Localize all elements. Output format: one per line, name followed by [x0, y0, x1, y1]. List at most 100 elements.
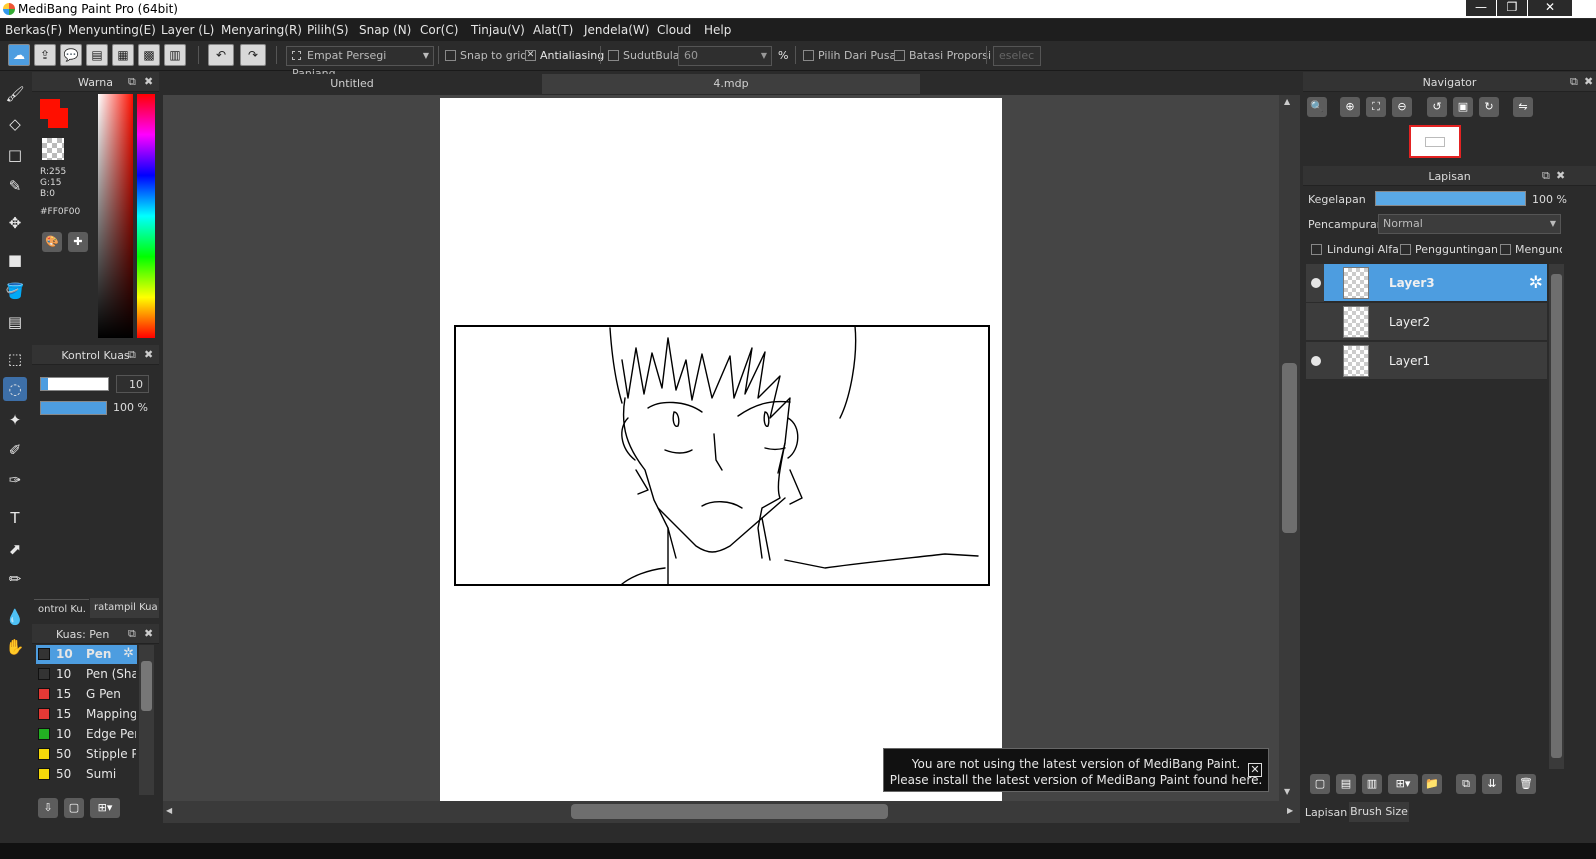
deselect-button[interactable]: eselec: [993, 46, 1041, 66]
cloud-icon[interactable]: ☁: [8, 44, 30, 66]
secondary-color-swatch[interactable]: [48, 108, 68, 128]
scroll-thumb[interactable]: [141, 661, 152, 711]
menu-help[interactable]: Help: [704, 23, 731, 37]
batasi-proporsi-checkbox[interactable]: [894, 50, 905, 61]
brush-list-scrollbar[interactable]: [139, 645, 154, 795]
blur-brush-icon[interactable]: ✎: [3, 174, 27, 198]
brush-item[interactable]: 15 Mapping I: [36, 705, 137, 724]
visibility-icon[interactable]: [1311, 278, 1321, 288]
protect-alpha-checkbox[interactable]: [1311, 244, 1322, 255]
text-tool-icon[interactable]: T: [3, 506, 27, 530]
dot-tool-icon[interactable]: □: [3, 143, 27, 167]
menu-jendela[interactable]: Jendela(W): [584, 23, 649, 37]
new-layer-icon[interactable]: ▢: [1310, 774, 1330, 794]
new-halftone-layer-icon[interactable]: ▤: [1336, 774, 1356, 794]
close-icon[interactable]: ✕: [1248, 763, 1262, 777]
menu-layer[interactable]: Layer (L): [161, 23, 214, 37]
new-brush-icon[interactable]: ▢: [64, 798, 84, 818]
scroll-thumb[interactable]: [1551, 274, 1562, 758]
menu-berkas[interactable]: Berkas(F): [5, 23, 62, 37]
folder-icon[interactable]: 📁: [1422, 774, 1442, 794]
redo-icon[interactable]: ↷: [240, 44, 266, 66]
canvas-paper[interactable]: [440, 98, 1002, 801]
layer-row-layer3[interactable]: Layer3 ✲: [1306, 264, 1547, 302]
snap-to-grid-checkbox[interactable]: [445, 50, 456, 61]
reset-view-icon[interactable]: ▣: [1453, 97, 1473, 117]
zoom-in-icon[interactable]: ⊕: [1340, 97, 1360, 117]
scroll-up-arrow[interactable]: ▲: [1284, 97, 1290, 106]
new-1bit-layer-icon[interactable]: ▥: [1362, 774, 1382, 794]
divide-tool-icon[interactable]: ✏: [3, 567, 27, 591]
brush-tool-icon[interactable]: 🖌: [3, 82, 27, 106]
selection-shape-select[interactable]: Empat Persegi Panjang ▼: [286, 46, 434, 80]
minimize-button[interactable]: —: [1466, 0, 1496, 16]
close-icon[interactable]: ✖: [144, 348, 153, 361]
scroll-thumb[interactable]: [1282, 363, 1297, 533]
brush-size-value[interactable]: 10: [116, 375, 149, 393]
menu-pilih[interactable]: Pilih(S): [307, 23, 349, 37]
menu-menyunting[interactable]: Menyunting(E): [68, 23, 156, 37]
speech-bubble-icon[interactable]: 💬: [60, 44, 82, 66]
rotate-right-icon[interactable]: ↻: [1479, 97, 1499, 117]
undock-icon[interactable]: ⧉: [1570, 75, 1578, 89]
scroll-left-arrow[interactable]: ◀: [166, 806, 172, 815]
undock-icon[interactable]: ⧉: [1542, 169, 1550, 183]
close-button[interactable]: ✕: [1528, 0, 1572, 16]
zoom-icon[interactable]: 🔍: [1307, 97, 1327, 117]
sudut-bulat-input[interactable]: 60 ▼: [678, 46, 772, 66]
scroll-down-arrow[interactable]: ▼: [1284, 787, 1290, 796]
brush-item[interactable]: 15 G Pen: [36, 685, 137, 704]
palette-icon[interactable]: 🎨: [42, 232, 62, 252]
maximize-button[interactable]: ❐: [1497, 0, 1527, 16]
menu-cor[interactable]: Cor(C): [420, 23, 458, 37]
add-brush-menu-icon[interactable]: ⊞▾: [90, 798, 120, 818]
saturation-brightness-field[interactable]: [98, 94, 133, 338]
bucket-tool-icon[interactable]: 🪣: [3, 279, 27, 303]
palette-add-icon[interactable]: ✚: [68, 232, 88, 252]
gear-icon[interactable]: ✲: [123, 646, 134, 661]
gear-icon[interactable]: ✲: [1529, 273, 1543, 293]
menu-alat[interactable]: Alat(T): [533, 23, 573, 37]
sudut-bulat-checkbox[interactable]: [608, 50, 619, 61]
close-icon[interactable]: ✖: [1556, 169, 1565, 182]
undo-icon[interactable]: ↶: [208, 44, 234, 66]
eyedropper-icon[interactable]: 💧: [3, 605, 27, 629]
brush-item[interactable]: 10 Edge Pen: [36, 725, 137, 744]
flip-icon[interactable]: ⇋: [1513, 97, 1533, 117]
eraser-tool-icon[interactable]: ◇: [3, 112, 27, 136]
layers-scrollbar[interactable]: [1549, 264, 1564, 769]
layer-row-layer2[interactable]: Layer2: [1306, 303, 1547, 341]
hand-tool-icon[interactable]: ✋: [3, 635, 27, 659]
fit-icon[interactable]: ⛶: [1366, 97, 1386, 117]
menu-menyaring[interactable]: Menyaring(R): [221, 23, 302, 37]
panel-tab-kontrol[interactable]: ontrol Ku.: [34, 599, 89, 618]
duplicate-layer-icon[interactable]: ⧉: [1456, 774, 1476, 794]
rotate-left-icon[interactable]: ↺: [1427, 97, 1447, 117]
tab-4-mdp[interactable]: 4.mdp: [542, 74, 920, 94]
magic-wand-icon[interactable]: ✦: [3, 408, 27, 432]
select-rect-icon[interactable]: ⬚: [3, 347, 27, 371]
move-tool-icon[interactable]: ✥: [3, 211, 27, 235]
upload-icon[interactable]: ⇪: [34, 44, 56, 66]
scroll-right-arrow[interactable]: ▶: [1287, 806, 1293, 815]
scroll-thumb[interactable]: [571, 804, 888, 819]
close-icon[interactable]: ✖: [1584, 75, 1593, 88]
brush-opacity-slider[interactable]: [40, 401, 107, 415]
trash-icon[interactable]: 🗑: [1516, 774, 1536, 794]
close-icon[interactable]: ✖: [144, 75, 153, 88]
fill-shape-icon[interactable]: ■: [3, 248, 27, 272]
lock-checkbox[interactable]: [1500, 244, 1511, 255]
select-eraser-icon[interactable]: ✑: [3, 468, 27, 492]
brush-item[interactable]: 10 Pen (Sha: [36, 665, 137, 684]
cloud-download-icon[interactable]: ⇩: [38, 798, 58, 818]
hue-slider[interactable]: [137, 94, 155, 338]
undock-icon[interactable]: ⧉: [128, 75, 136, 89]
close-icon[interactable]: ✖: [144, 627, 153, 640]
gradient-tool-icon[interactable]: ▤: [3, 310, 27, 334]
text-bubble-icon[interactable]: ▤: [86, 44, 108, 66]
brush-item[interactable]: 50 Stipple P: [36, 745, 137, 764]
transparent-swatch[interactable]: [42, 138, 64, 160]
page-icon[interactable]: ▦: [112, 44, 134, 66]
visibility-icon[interactable]: [1311, 356, 1321, 366]
update-notice[interactable]: You are not using the latest version of …: [883, 748, 1269, 792]
